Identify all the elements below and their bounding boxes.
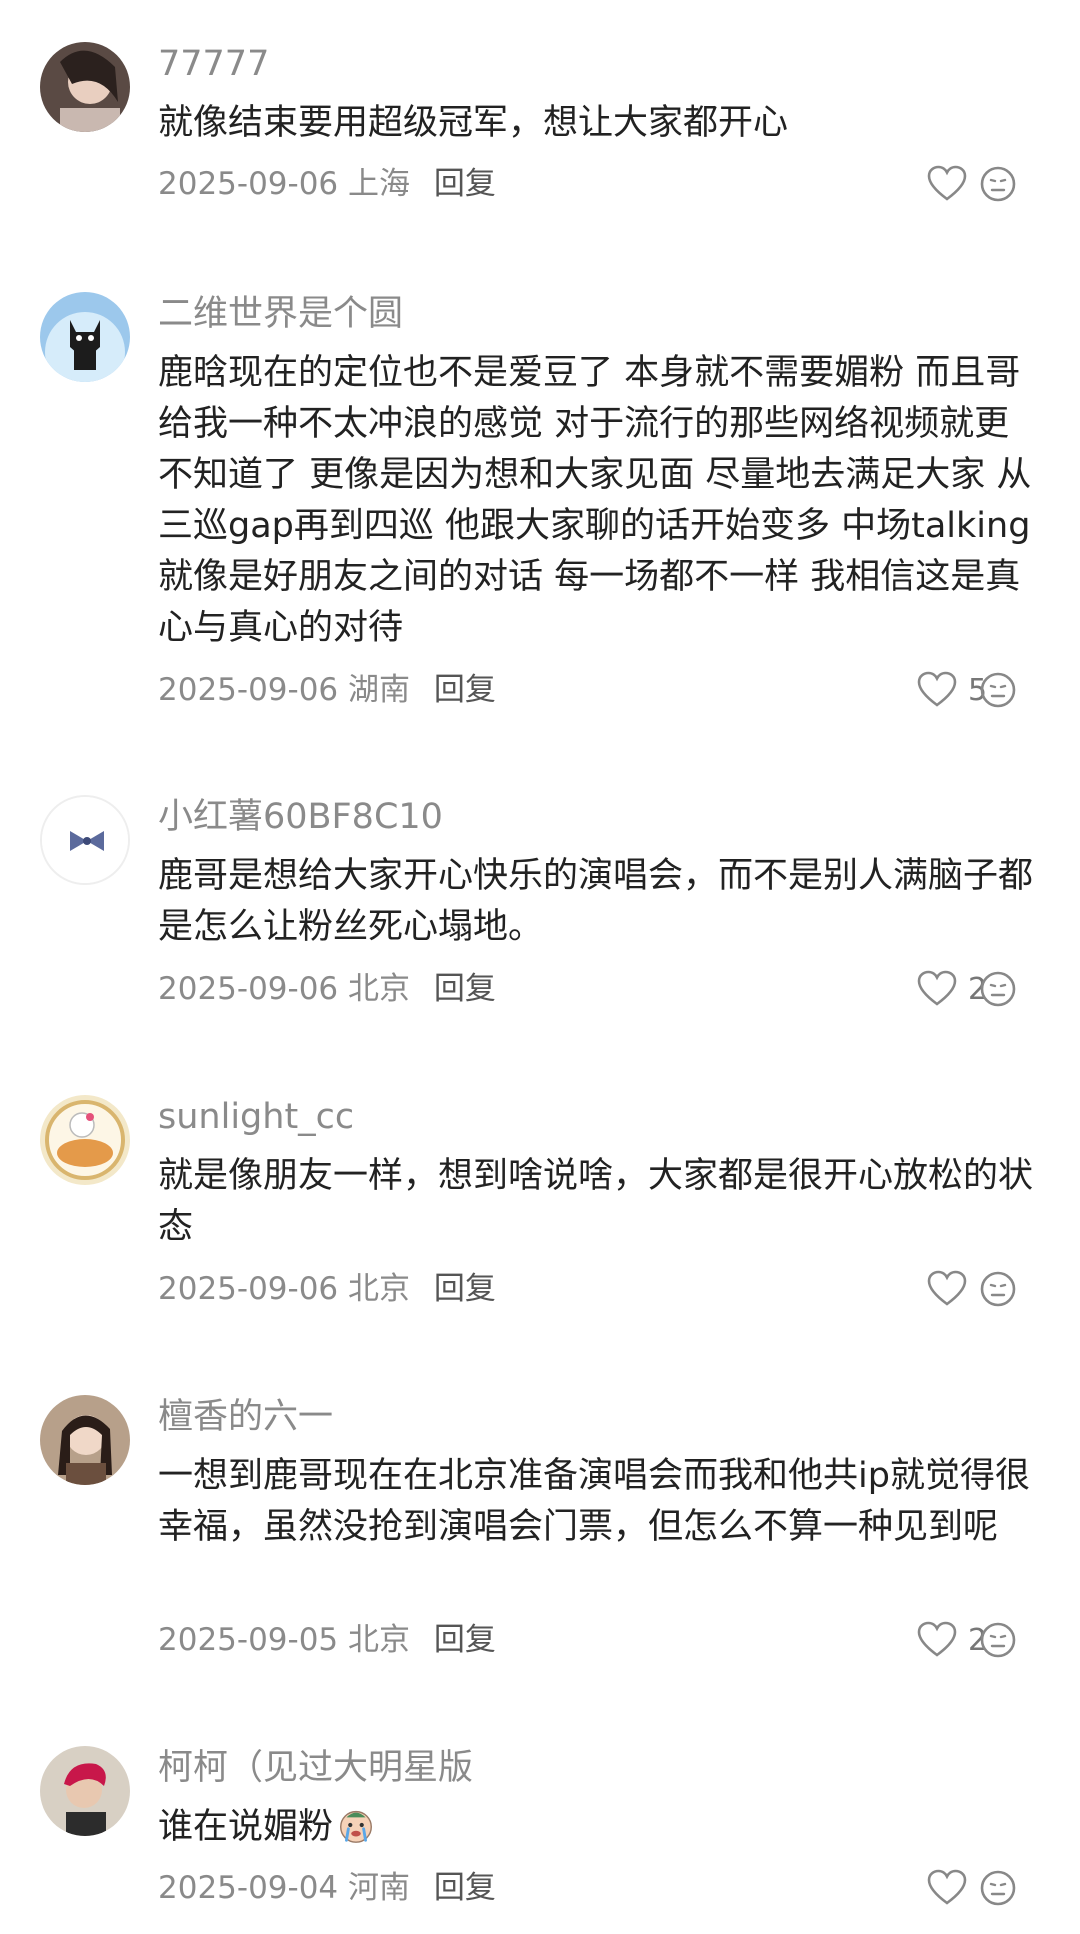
like-button[interactable] bbox=[926, 1868, 968, 1908]
comment-username[interactable]: 二维世界是个圆 bbox=[158, 290, 403, 338]
comment-text: 就像结束要用超级冠军，想让大家都开心 bbox=[158, 103, 789, 143]
comment-location: 北京 bbox=[348, 1271, 411, 1307]
dislike-button[interactable] bbox=[978, 1269, 1018, 1309]
reply-button[interactable]: 回复 bbox=[434, 1622, 496, 1658]
comment-username[interactable]: 77777 bbox=[158, 40, 269, 88]
unhappy-face-icon bbox=[980, 971, 1016, 1007]
comment-date: 2025-09-06 bbox=[158, 1271, 339, 1307]
crying-sticker-emoji bbox=[340, 1810, 373, 1843]
comment-date: 2025-09-06 bbox=[158, 672, 339, 708]
unhappy-face-icon bbox=[980, 1622, 1016, 1658]
comment-username[interactable]: sunlight_cc bbox=[158, 1093, 354, 1141]
comment-text: 一想到鹿哥现在在北京准备演唱会而我和他共ip就觉得很幸福，虽然没抢到演唱会门票，… bbox=[158, 1456, 1030, 1547]
comment-date: 2025-09-06 bbox=[158, 971, 339, 1007]
reply-button[interactable]: 回复 bbox=[434, 166, 496, 202]
comment-meta: 2025-09-06 北京 回复 bbox=[158, 969, 496, 1009]
comment-text: 就是像朋友一样，想到啥说啥，大家都是很开心放松的状态 bbox=[158, 1156, 1034, 1247]
like-button[interactable] bbox=[926, 1269, 968, 1309]
reply-button[interactable]: 回复 bbox=[434, 1870, 496, 1906]
dislike-button[interactable] bbox=[978, 969, 1018, 1009]
comment-text: 谁在说媚粉 bbox=[158, 1802, 1038, 1853]
comment-date: 2025-09-06 bbox=[158, 166, 339, 202]
comment-location: 上海 bbox=[348, 166, 411, 202]
avatar[interactable] bbox=[40, 795, 130, 885]
reply-button[interactable]: 回复 bbox=[434, 1271, 496, 1307]
comment-location: 河南 bbox=[348, 1870, 411, 1906]
comment-meta: 2025-09-06 湖南 回复 bbox=[158, 670, 496, 710]
heart-outline-icon bbox=[917, 671, 957, 707]
comment-text: 鹿晗现在的定位也不是爱豆了 本身就不需要媚粉 而且哥给我一种不太冲浪的感觉 对于… bbox=[158, 353, 1032, 648]
comment-meta: 2025-09-04 河南 回复 bbox=[158, 1868, 496, 1908]
heart-outline-icon bbox=[917, 1621, 957, 1657]
comment-date: 2025-09-05 bbox=[158, 1622, 339, 1658]
comment-location: 北京 bbox=[348, 971, 411, 1007]
comment-location: 北京 bbox=[348, 1622, 411, 1658]
avatar[interactable] bbox=[40, 1095, 130, 1185]
comment-username[interactable]: 柯柯（见过大明星版 bbox=[158, 1744, 473, 1792]
reply-button[interactable]: 回复 bbox=[434, 672, 496, 708]
avatar[interactable] bbox=[40, 1395, 130, 1485]
avatar[interactable] bbox=[40, 292, 130, 382]
like-button[interactable] bbox=[926, 164, 968, 204]
heart-outline-icon bbox=[927, 165, 967, 201]
dislike-button[interactable] bbox=[978, 164, 1018, 204]
dislike-button[interactable] bbox=[978, 1620, 1018, 1660]
comment-text-content: 谁在说媚粉 bbox=[158, 1807, 334, 1847]
comment-meta: 2025-09-06 上海 回复 bbox=[158, 164, 496, 204]
unhappy-face-icon bbox=[980, 166, 1016, 202]
avatar[interactable] bbox=[40, 1746, 130, 1836]
dislike-button[interactable] bbox=[978, 670, 1018, 710]
heart-outline-icon bbox=[927, 1869, 967, 1905]
reply-button[interactable]: 回复 bbox=[434, 971, 496, 1007]
comment-username[interactable]: 小红薯60BF8C10 bbox=[158, 793, 443, 841]
dislike-button[interactable] bbox=[978, 1868, 1018, 1908]
comment-text: 鹿哥是想给大家开心快乐的演唱会，而不是别人满脑子都是怎么让粉丝死心塌地。 bbox=[158, 856, 1034, 947]
heart-outline-icon bbox=[927, 1270, 967, 1306]
unhappy-face-icon bbox=[980, 672, 1016, 708]
comment-date: 2025-09-04 bbox=[158, 1870, 339, 1906]
unhappy-face-icon bbox=[980, 1870, 1016, 1906]
unhappy-face-icon bbox=[980, 1271, 1016, 1307]
comment-username[interactable]: 檀香的六一 bbox=[158, 1393, 333, 1441]
comment-location: 湖南 bbox=[348, 672, 411, 708]
comment-meta: 2025-09-06 北京 回复 bbox=[158, 1269, 496, 1309]
heart-outline-icon bbox=[917, 970, 957, 1006]
avatar[interactable] bbox=[40, 42, 130, 132]
comment-meta: 2025-09-05 北京 回复 bbox=[158, 1620, 496, 1660]
